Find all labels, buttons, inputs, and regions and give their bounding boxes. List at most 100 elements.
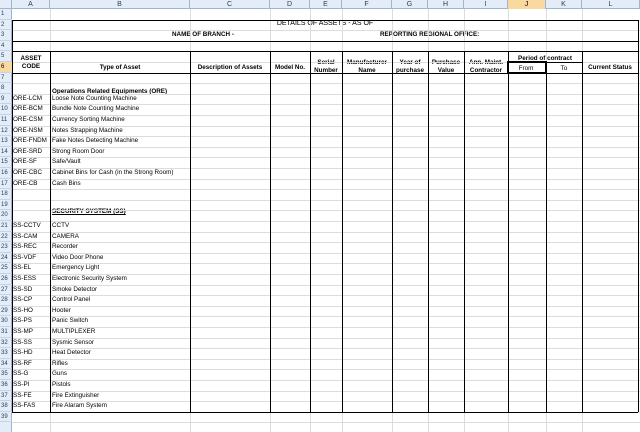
ore-asset-code[interactable]: ORE-LCM [13, 94, 42, 104]
ore-asset-code[interactable]: ORE-CSM [13, 115, 43, 125]
ss-asset-code[interactable]: SS-CAM [13, 232, 38, 242]
ss-asset-type[interactable]: Panic Switch [52, 316, 88, 326]
ss-asset-code[interactable]: SS-MP [13, 327, 33, 337]
row-header-27[interactable]: 27 [0, 285, 12, 296]
ss-asset-type[interactable]: Guns [52, 369, 67, 379]
row-header-13[interactable]: 13 [0, 136, 12, 147]
ss-asset-type[interactable]: Recorder [52, 242, 78, 252]
ore-asset-code[interactable]: ORE-CBC [13, 168, 42, 178]
column-header-e[interactable]: E [310, 0, 342, 9]
ss-asset-type[interactable]: Pistols [52, 380, 71, 390]
column-header-d[interactable]: D [270, 0, 310, 9]
ss-asset-code[interactable]: SS-ESS [13, 274, 36, 284]
column-header-l[interactable]: L [582, 0, 640, 9]
row-header-21[interactable]: 21 [0, 221, 12, 232]
ss-asset-code[interactable]: SS-PS [13, 316, 32, 326]
selected-cell-outline[interactable] [507, 61, 547, 74]
row-header-35[interactable]: 35 [0, 369, 12, 380]
ss-asset-code[interactable]: SS-PI [13, 380, 29, 390]
ss-asset-code[interactable]: SS-EL [13, 263, 31, 273]
ss-asset-type[interactable]: MULTIPLEXER [52, 327, 95, 337]
ss-asset-type[interactable]: CCTV [52, 221, 69, 231]
row-header-23[interactable]: 23 [0, 242, 12, 253]
row-header-10[interactable]: 10 [0, 104, 12, 115]
row-header-12[interactable]: 12 [0, 126, 12, 137]
ss-asset-type[interactable]: CAMERA [52, 232, 79, 242]
row-header-9[interactable]: 9 [0, 94, 12, 105]
column-header-bar[interactable]: ABCDEFGHIJKL [0, 0, 640, 9]
ss-asset-type[interactable]: Video Door Phone [52, 253, 103, 263]
ore-asset-type[interactable]: Cash Bins [52, 179, 81, 189]
row-header-24[interactable]: 24 [0, 253, 12, 264]
row-header-22[interactable]: 22 [0, 232, 12, 243]
row-header-7[interactable]: 7 [0, 73, 12, 84]
row-header-2[interactable]: 2 [0, 20, 12, 31]
ss-asset-type[interactable]: Heat Detector [52, 348, 91, 358]
ss-asset-code[interactable]: SS-SD [13, 285, 32, 295]
spreadsheet[interactable]: ABCDEFGHIJKL 1 2 3 4 5 6 7 8 9 10 11 12 13 14 15 16 17 18… [0, 0, 640, 432]
row-header-25[interactable]: 25 [0, 263, 12, 274]
row-header-4[interactable]: 4 [0, 41, 12, 52]
ss-asset-type[interactable]: Sysmic Sensor [52, 338, 94, 348]
select-all-corner[interactable] [0, 0, 12, 9]
ss-asset-type[interactable]: Emergency Light [52, 263, 99, 273]
ore-asset-type[interactable]: Bundle Note Counting Machine [52, 104, 139, 114]
ore-asset-code[interactable]: ORE-CB [13, 179, 38, 189]
column-header-f[interactable]: F [342, 0, 392, 9]
ss-asset-code[interactable]: SS-VDF [13, 253, 36, 263]
row-header-18[interactable]: 18 [0, 189, 12, 200]
ss-asset-type[interactable]: Smoke Detector [52, 285, 97, 295]
row-header-5[interactable]: 5 [0, 51, 12, 62]
column-header-j[interactable]: J [508, 0, 546, 9]
ss-asset-code[interactable]: SS-HD [13, 348, 33, 358]
ss-asset-type[interactable]: Rifles [52, 359, 68, 369]
row-header-17[interactable]: 17 [0, 179, 12, 190]
ore-asset-code[interactable]: ORE-BCM [13, 104, 43, 114]
row-header-20[interactable]: 20 [0, 210, 12, 221]
ore-asset-type[interactable]: Notes Strapping Machine [52, 126, 123, 136]
row-header-26[interactable]: 26 [0, 274, 12, 285]
row-header-28[interactable]: 28 [0, 295, 12, 306]
ss-asset-code[interactable]: SS-CCTV [13, 221, 41, 231]
ss-asset-code[interactable]: SS-FAS [13, 401, 35, 411]
row-header-15[interactable]: 15 [0, 157, 12, 168]
row-header-38[interactable]: 38 [0, 401, 12, 412]
ss-asset-code[interactable]: SS-RF [13, 359, 32, 369]
row-header-36[interactable]: 36 [0, 380, 12, 391]
row-header-19[interactable]: 19 [0, 200, 12, 211]
ore-asset-code[interactable]: ORE-SF [13, 157, 37, 167]
row-header-39[interactable]: 39 [0, 412, 12, 423]
ss-asset-type[interactable]: Fire Alaram System [52, 401, 107, 411]
row-header-31[interactable]: 31 [0, 327, 12, 338]
ss-asset-type[interactable]: Control Panel [52, 295, 90, 305]
row-header-30[interactable]: 30 [0, 316, 12, 327]
ss-asset-type[interactable]: Hooter [52, 306, 71, 316]
ore-asset-type[interactable]: Strong Room Door [52, 147, 105, 157]
row-header-29[interactable]: 29 [0, 306, 12, 317]
ore-asset-type[interactable]: Safe/Vault [52, 157, 81, 167]
row-header-3[interactable]: 3 [0, 30, 12, 41]
ore-asset-type[interactable]: Currency Sorting Machine [52, 115, 125, 125]
row-header-33[interactable]: 33 [0, 348, 12, 359]
ss-asset-type[interactable]: Electronic Security System [52, 274, 127, 284]
ore-asset-code[interactable]: ORE-NSM [13, 126, 43, 136]
row-header-16[interactable]: 16 [0, 168, 12, 179]
row-header-8[interactable]: 8 [0, 83, 12, 94]
column-header-k[interactable]: K [546, 0, 582, 9]
ore-asset-code[interactable]: ORE-FNDM [13, 136, 47, 146]
ss-asset-code[interactable]: SS-SS [13, 338, 32, 348]
ss-asset-code[interactable]: SS-FE [13, 391, 32, 401]
ore-asset-code[interactable]: ORE-SRD [13, 147, 42, 157]
ore-asset-type[interactable]: Cabinet Bins for Cash (in the Strong Roo… [52, 168, 173, 178]
row-header-1[interactable]: 1 [0, 9, 12, 20]
row-header-6[interactable]: 6 [0, 62, 12, 73]
row-header-32[interactable]: 32 [0, 338, 12, 349]
row-header-bar[interactable]: 1 2 3 4 5 6 7 8 9 10 11 12 13 14 15 16 17 18 19 20 21 22 23 24 2… [0, 9, 12, 432]
row-header-11[interactable]: 11 [0, 115, 12, 126]
row-header-34[interactable]: 34 [0, 359, 12, 370]
ss-asset-code[interactable]: SS-G [13, 369, 28, 379]
ss-asset-code[interactable]: SS-REC [13, 242, 37, 252]
ore-asset-type[interactable]: Fake Notes Detecting Machine [52, 136, 138, 146]
column-header-c[interactable]: C [190, 0, 270, 9]
ss-asset-code[interactable]: SS-HO [13, 306, 33, 316]
